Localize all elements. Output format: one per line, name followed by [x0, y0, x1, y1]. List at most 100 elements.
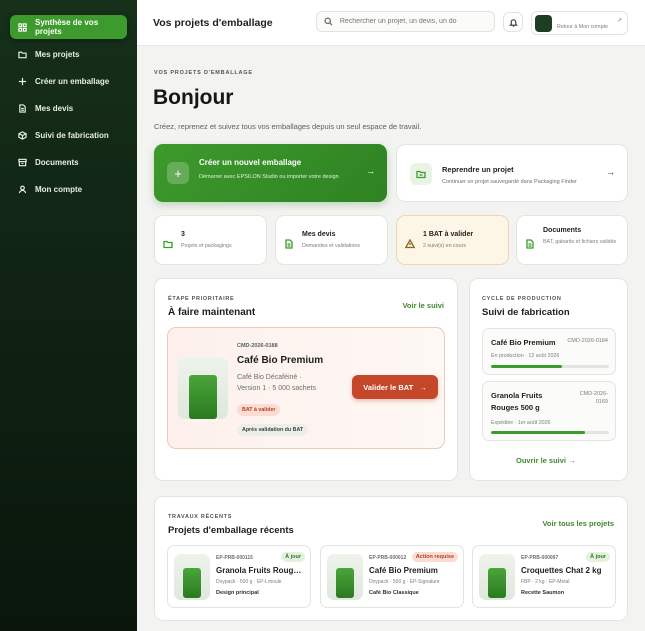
create-subtitle: Démarrer avec EPSILON Studio ou importer…	[199, 174, 339, 180]
project-meta: Doypack · 500 g · EP-Signature	[369, 579, 440, 585]
view-all-projects-link[interactable]: Voir tous les projets	[542, 519, 614, 528]
fab-title: Suivi de fabrication	[482, 307, 570, 318]
stat-card-bat[interactable]: 1 BAT à valider 2 suivi(s) en cours	[396, 215, 509, 265]
fab-eyebrow: CYCLE DE PRODUCTION	[482, 296, 562, 302]
project-code: EP-PRB-000012	[369, 555, 407, 561]
page-title: Vos projets d'emballage	[153, 16, 273, 29]
sidebar-item-devis[interactable]: Mes devis	[10, 96, 127, 120]
sidebar-item-label: Documents	[35, 157, 79, 167]
sidebar-item-creer[interactable]: Créer un emballage	[10, 69, 127, 93]
pouch-image	[488, 568, 506, 598]
product-description: Café Bio Décaféiné · Version 1 · 5 000 s…	[237, 374, 316, 392]
arrow-right-icon: →	[366, 166, 375, 176]
account-label: Retour à Mon compte	[557, 24, 608, 30]
resume-title: Reprendre un projet	[442, 165, 514, 174]
product-thumbnail	[174, 554, 210, 600]
stat-title: Mes devis	[302, 231, 336, 238]
fab-item-name: Café Bio Premium	[491, 338, 556, 347]
pouch-image	[336, 568, 354, 598]
fab-item[interactable]: Granola Fruits Rouges 500 g CMD-2026-016…	[482, 381, 616, 441]
stat-subtitle: Demandes et validations	[302, 243, 361, 249]
sidebar-item-compte[interactable]: Mon compte	[10, 177, 127, 201]
folder-icon	[18, 50, 27, 59]
sidebar-item-synthese[interactable]: Synthèse de vos projets	[10, 15, 127, 39]
open-tracking-link[interactable]: Ouvrir le suivi →	[516, 456, 576, 465]
recent-project-item[interactable]: EP-PRB-000097 À jour Croquettes Chat 2 k…	[472, 545, 616, 608]
pouch-image	[189, 375, 217, 419]
open-tracking-label: Ouvrir le suivi	[516, 456, 567, 465]
view-tracking-link[interactable]: Voir le suivi	[402, 301, 444, 310]
search-input[interactable]	[339, 18, 487, 25]
project-meta: Doypack · 500 g · EP-Lmoule	[216, 579, 282, 585]
bell-icon	[508, 18, 518, 27]
resume-subtitle: Continuer un projet sauvegardé dans Pack…	[442, 179, 577, 185]
stat-subtitle: 2 suivi(s) en cours	[423, 243, 466, 249]
progress-bar	[491, 431, 609, 434]
sidebar-item-label: Créer un emballage	[35, 76, 110, 86]
status-badge: À jour	[586, 552, 610, 562]
stat-title: 3	[181, 231, 185, 238]
sidebar-item-label: Mes projets	[35, 49, 80, 59]
todo-item: CMD-2026-0188 Café Bio Premium Café Bio …	[167, 327, 445, 449]
product-thumbnail	[327, 554, 363, 600]
todo-eyebrow: ÉTAPE PRIORITAIRE	[168, 296, 235, 302]
stat-title: 1 BAT à valider	[423, 231, 474, 238]
search-icon	[324, 17, 333, 26]
sidebar-item-documents[interactable]: Documents	[10, 150, 127, 174]
validate-bat-button[interactable]: Valider le BAT →	[352, 375, 438, 399]
arrow-right-icon: →	[419, 382, 427, 392]
progress-bar	[491, 365, 609, 368]
section-eyebrow: VOS PROJETS D'EMBALLAGE	[154, 70, 253, 76]
account-button[interactable]: Retour à Mon compte ↗	[531, 11, 628, 35]
main-content: VOS PROJETS D'EMBALLAGE Bonjour Créez, r…	[137, 46, 645, 631]
fab-item-code: CMD-2026-0184	[567, 338, 608, 344]
sidebar: Synthèse de vos projets Mes projets Crée…	[0, 0, 137, 631]
note-badge: Après validation du BAT	[237, 424, 309, 436]
sidebar-item-fabrication[interactable]: Suivi de fabrication	[10, 123, 127, 147]
plus-icon	[18, 77, 27, 86]
fab-item-status: En production · 12 août 2026	[491, 353, 560, 359]
intro-text: Créez, reprenez et suivez tous vos embal…	[154, 122, 422, 131]
recent-title: Projets d'emballage récents	[168, 525, 294, 536]
arrow-right-icon: →	[606, 167, 615, 177]
fab-item-code: CMD-2026-0169	[579, 391, 608, 405]
order-code: CMD-2026-0188	[237, 343, 278, 349]
arrow-right-icon: →	[568, 456, 576, 465]
sidebar-item-label: Synthèse de vos projets	[35, 18, 99, 36]
pouch-image	[183, 568, 201, 598]
project-variant: Recette Saumon	[521, 590, 565, 596]
plus-icon: +	[167, 162, 189, 184]
stat-card-projects[interactable]: 3 Projets et packagings	[154, 215, 267, 265]
fab-item-name: Granola Fruits Rouges 500 g	[491, 391, 543, 412]
stat-subtitle: BAT, gabarits et fichiers validés	[543, 239, 617, 245]
document-icon	[284, 236, 294, 249]
progress-fill	[491, 431, 586, 434]
greeting-heading: Bonjour	[153, 86, 234, 109]
stat-subtitle: Projets et packagings	[181, 243, 232, 249]
notifications-button[interactable]	[503, 12, 523, 32]
progress-fill	[491, 365, 562, 368]
todo-title: À faire maintenant	[168, 307, 256, 318]
resume-project-card[interactable]: Reprendre un projet Continuer un projet …	[396, 144, 628, 202]
search-box[interactable]	[316, 11, 495, 32]
sidebar-item-label: Suivi de fabrication	[35, 130, 109, 140]
document-icon	[18, 103, 27, 113]
product-name: Café Bio Premium	[237, 355, 324, 366]
recent-eyebrow: TRAVAUX RÉCENTS	[168, 514, 233, 520]
warning-icon	[404, 236, 416, 249]
recent-project-item[interactable]: EP-PRB-000115 À jour Granola Fruits Roug…	[167, 545, 311, 608]
project-name: Croquettes Chat 2 kg	[521, 566, 602, 575]
stat-card-documents[interactable]: Documents BAT, gabarits et fichiers vali…	[516, 215, 628, 265]
recent-project-item[interactable]: EP-PRB-000012 Action requise Café Bio Pr…	[320, 545, 464, 608]
sidebar-item-label: Mon compte	[35, 184, 83, 194]
sidebar-item-projets[interactable]: Mes projets	[10, 42, 127, 66]
project-variant: Design principal	[216, 590, 259, 596]
project-code: EP-PRB-000115	[216, 555, 253, 561]
folder-icon	[163, 236, 173, 249]
status-badge: Action requise	[411, 552, 458, 562]
status-badge: À jour	[281, 552, 305, 562]
fab-item[interactable]: Café Bio Premium CMD-2026-0184 En produc…	[482, 328, 616, 375]
project-meta: FBP · 2 kg · EP-Metal	[521, 579, 570, 585]
create-packaging-card[interactable]: + Créer un nouvel emballage Démarrer ave…	[154, 144, 387, 202]
stat-card-quotes[interactable]: Mes devis Demandes et validations	[275, 215, 388, 265]
